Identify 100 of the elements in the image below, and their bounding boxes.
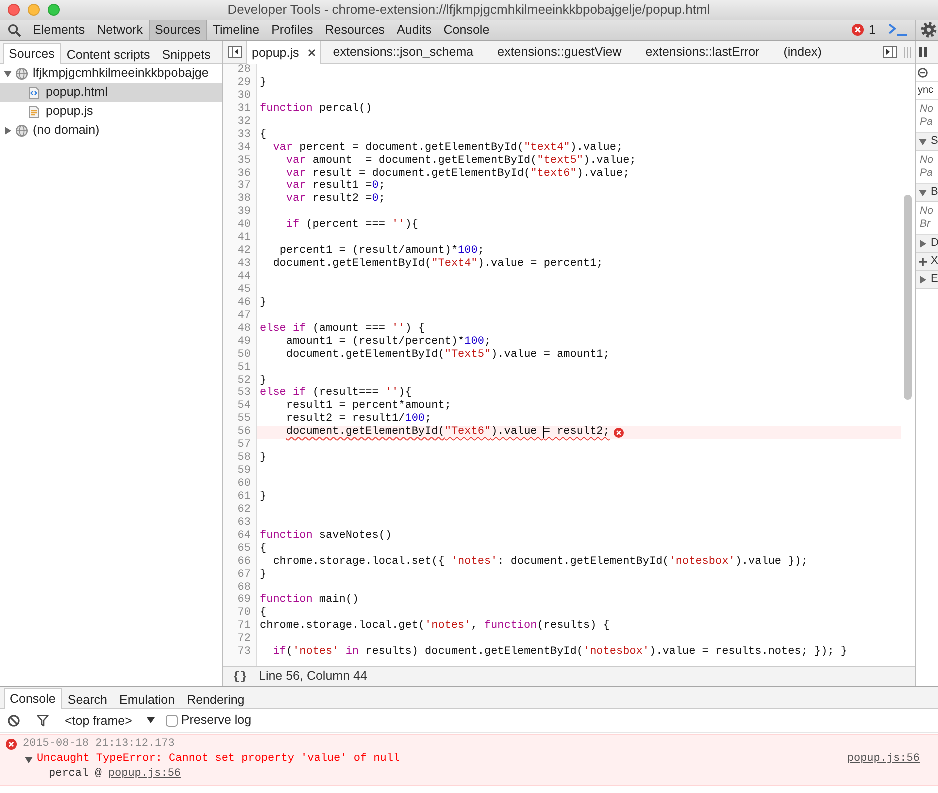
code-line: function percal() xyxy=(260,102,372,116)
code-line: else if (result=== ''){ xyxy=(260,387,412,400)
line-number: 73 xyxy=(238,646,251,658)
circle-icon[interactable] xyxy=(918,68,928,78)
editor-tab[interactable]: extensions::guestView xyxy=(486,41,634,63)
code-line: } xyxy=(260,76,267,90)
timestamp: 2015-08-18 21:13:12.173 xyxy=(23,737,175,752)
panel-tab[interactable]: Profiles xyxy=(266,20,320,40)
panel-tab[interactable]: Audits xyxy=(391,20,438,40)
section-header[interactable]: B xyxy=(916,184,938,202)
line-number: 42 xyxy=(238,245,251,258)
collapse-arrow-icon[interactable] xyxy=(4,70,12,78)
code-line: chrome.storage.local.get('notes', function(results) { xyxy=(260,620,610,634)
pretty-print-button[interactable]: {} xyxy=(233,670,259,684)
line-number: 50 xyxy=(238,348,251,361)
plus-icon[interactable] xyxy=(919,258,927,266)
section-header[interactable]: E xyxy=(916,271,938,289)
filter-icon[interactable] xyxy=(37,714,49,726)
pane-message: No Pa xyxy=(920,103,934,128)
navigator-tab[interactable]: Content scripts xyxy=(60,44,156,64)
collapse-arrow-icon[interactable] xyxy=(919,138,927,146)
error-icon xyxy=(6,739,17,750)
drawer-tab[interactable]: Console xyxy=(4,688,62,709)
code-line: result1 = percent*amount; xyxy=(286,400,452,413)
expand-arrow-icon[interactable] xyxy=(919,276,927,284)
source-link[interactable]: popup.js:56 xyxy=(847,751,920,768)
line-number: 58 xyxy=(238,452,251,464)
code-line: percent1 = (result/amount)*100; xyxy=(280,245,484,258)
code-line: } xyxy=(260,374,267,387)
search-icon[interactable] xyxy=(8,24,21,36)
line-number: 35 xyxy=(238,154,251,167)
code-line: document.getElementById("Text6").value = result2; xyxy=(286,426,610,440)
error-count-button[interactable]: 1 xyxy=(849,22,879,38)
code-line: function saveNotes() xyxy=(260,530,392,543)
globe-icon xyxy=(16,124,28,136)
line-number: 36 xyxy=(238,168,251,180)
code-line: var amount = document.getElementById("text5").value; xyxy=(286,154,636,168)
line-number: 45 xyxy=(238,284,251,296)
grip-icon[interactable] xyxy=(904,46,911,58)
tree-item[interactable]: (no domain) xyxy=(0,121,222,140)
line-number: 64 xyxy=(238,530,251,542)
collapse-arrow-icon[interactable] xyxy=(919,188,927,196)
line-number: 72 xyxy=(238,633,251,646)
circle-slash-icon[interactable] xyxy=(8,714,20,726)
editor-tab[interactable]: (index) xyxy=(772,41,834,63)
line-number: 43 xyxy=(238,258,251,270)
code-line: var percent = document.getElementById("text4").value; xyxy=(273,142,624,155)
preserve-log-checkbox[interactable] xyxy=(166,714,178,726)
panel-tab[interactable]: Timeline xyxy=(206,20,266,40)
panel-tab[interactable]: Elements xyxy=(27,20,92,40)
code-line: var result = document.getElementById("text6").value; xyxy=(286,168,630,180)
editor-tab[interactable]: extensions::json_schema xyxy=(321,41,486,63)
collapse-arrow-icon[interactable] xyxy=(25,756,33,764)
expand-arrow-icon[interactable] xyxy=(919,240,927,248)
line-number: 31 xyxy=(238,102,251,115)
editor-tab[interactable]: extensions::lastError xyxy=(634,41,772,63)
frame-dropdown[interactable]: <top frame> xyxy=(59,712,156,728)
pause-icon[interactable] xyxy=(919,47,927,57)
source-link[interactable]: popup.js:56 xyxy=(108,766,182,783)
navigator-tab[interactable]: Sources xyxy=(3,43,61,64)
window-title: Developer Tools - chrome-extension://lfjkmpjgcmhkilmeeinkkbpobajgelje/popup.html xyxy=(228,2,710,18)
section-header[interactable]: X xyxy=(916,253,938,271)
panel-tab[interactable]: Resources xyxy=(319,20,392,40)
panel-tab[interactable]: Console xyxy=(438,20,496,40)
line-number: 40 xyxy=(238,219,251,232)
navigator-tab[interactable]: Snippets xyxy=(156,44,217,64)
prompt-icon[interactable] xyxy=(888,23,908,37)
line-number: 63 xyxy=(238,516,251,529)
code-line: { xyxy=(260,128,267,142)
line-number: 60 xyxy=(238,478,251,490)
scrollbar-thumb[interactable] xyxy=(904,195,912,400)
line-number: 41 xyxy=(238,232,251,244)
line-number: 67 xyxy=(238,568,251,581)
code-line: amount1 = (result/percent)*100; xyxy=(286,336,492,349)
line-number: 44 xyxy=(238,271,251,283)
line-number: 61 xyxy=(238,490,251,503)
tree-item[interactable]: popup.js xyxy=(0,102,222,121)
panel-toggle-icon[interactable] xyxy=(883,46,897,58)
settings-icon[interactable] xyxy=(921,22,937,38)
pane-label: ync xyxy=(918,84,934,98)
panel-toggle-icon[interactable] xyxy=(228,46,242,58)
panel-tab[interactable]: Sources xyxy=(148,20,207,40)
drawer-tab[interactable]: Emulation xyxy=(113,689,182,709)
panel-tab[interactable]: Network xyxy=(91,20,149,40)
line-number: 48 xyxy=(238,322,251,335)
tree-item[interactable]: popup.html xyxy=(0,83,222,102)
section-header[interactable]: S xyxy=(916,133,938,151)
pane-message: No Br xyxy=(920,205,934,230)
expand-arrow-icon[interactable] xyxy=(4,126,12,134)
error-icon xyxy=(852,24,864,36)
error-icon xyxy=(614,428,624,438)
drawer-tab[interactable]: Rendering xyxy=(181,689,251,709)
line-number: 55 xyxy=(238,413,251,426)
editor-tab[interactable]: popup.js xyxy=(247,41,322,64)
code-line: result2 = result1/100; xyxy=(286,413,432,426)
tree-item[interactable]: lfjkmpjgcmhkilmeeinkkbpobajge xyxy=(0,64,222,83)
line-number: 69 xyxy=(238,594,251,606)
close-icon[interactable] xyxy=(308,48,316,56)
drawer-tab[interactable]: Search xyxy=(62,689,114,709)
line-number: 49 xyxy=(238,336,251,348)
